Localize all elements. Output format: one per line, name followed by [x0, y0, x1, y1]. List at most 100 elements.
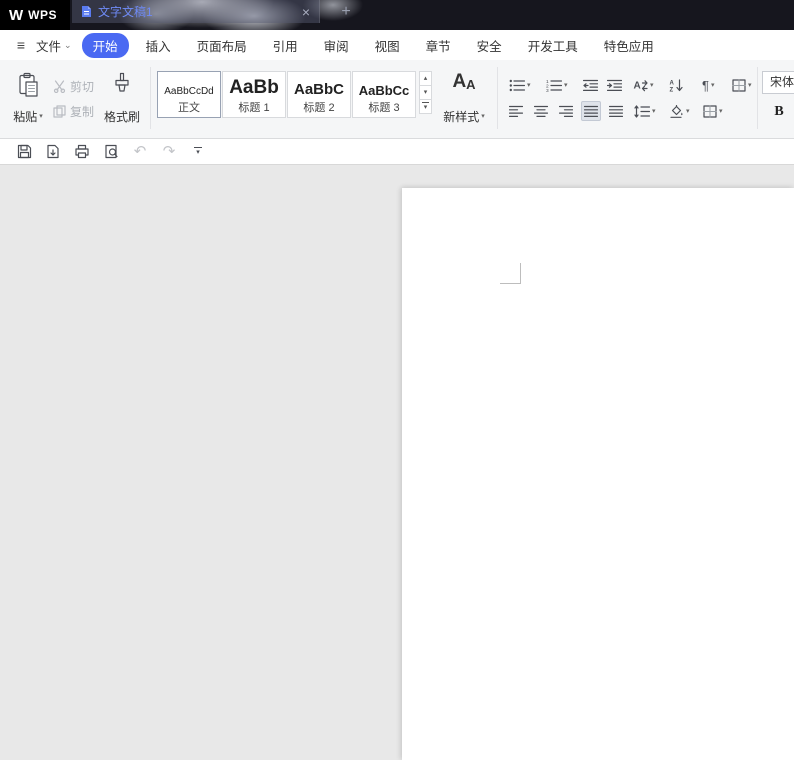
document-page[interactable] — [402, 188, 794, 760]
text-tools-button[interactable]: ▾ — [729, 75, 755, 95]
style-heading-3[interactable]: AaBbCc 标题 3 — [352, 71, 416, 118]
style-preview: AaBbC — [293, 81, 344, 97]
save-icon — [17, 144, 31, 159]
align-left-button[interactable] — [506, 101, 526, 121]
wps-logo-icon: W — [9, 6, 24, 24]
hamburger-menu-icon[interactable]: ≡ — [8, 37, 34, 53]
style-name: 标题 2 — [303, 102, 335, 114]
distribute-icon — [609, 105, 623, 117]
print-button[interactable] — [73, 143, 91, 160]
menu-tab-references[interactable]: 引用 — [260, 33, 311, 58]
menu-tab-page-layout[interactable]: 页面布局 — [184, 33, 260, 58]
bullet-list-icon — [509, 79, 525, 91]
group-separator — [757, 67, 758, 129]
style-heading-2[interactable]: AaBbC 标题 2 — [287, 71, 351, 118]
menu-tab-security[interactable]: 安全 — [464, 33, 515, 58]
dropdown-icon: ▾ — [748, 81, 752, 89]
dropdown-icon: ▾ — [39, 113, 43, 120]
style-preview: AaBbCcDd — [164, 86, 214, 97]
tab-title: 文字文稿1 — [98, 5, 153, 19]
paste-icon — [19, 72, 38, 97]
menu-tab-developer-tools[interactable]: 开发工具 — [515, 33, 591, 58]
menu-tab-review[interactable]: 审阅 — [311, 33, 362, 58]
svg-text:A: A — [634, 80, 641, 91]
decrease-indent-button[interactable] — [580, 75, 601, 95]
dropdown-icon: ▾ — [710, 81, 715, 89]
document-icon — [82, 6, 91, 17]
new-tab-button[interactable]: + — [336, 2, 356, 22]
bold-button[interactable]: B — [768, 101, 790, 122]
borders-button[interactable]: ▾ — [700, 101, 726, 121]
justify-icon — [584, 105, 598, 117]
customize-toolbar-button[interactable]: ▾ — [189, 143, 207, 160]
dropdown-icon: ▾ — [481, 113, 485, 120]
distribute-button[interactable] — [606, 101, 626, 121]
dropdown-icon: ▾ — [527, 81, 531, 89]
line-spacing-button[interactable]: ▾ — [631, 101, 659, 121]
group-separator — [497, 67, 498, 129]
tab-close-icon[interactable]: × — [302, 5, 310, 19]
copy-button[interactable]: 复制 — [53, 101, 94, 121]
more-bar-icon — [422, 102, 429, 103]
style-preview: AaBbCc — [358, 83, 410, 97]
export-button[interactable] — [44, 143, 62, 160]
quick-access-toolbar: ↶ ↷ ▾ — [0, 139, 794, 165]
copy-label: 复制 — [70, 104, 95, 119]
new-style-button[interactable]: AA 新样式 ▾ — [437, 70, 491, 128]
increase-indent-icon — [607, 79, 622, 91]
font-name-select[interactable]: 宋体 — [762, 71, 794, 94]
bullet-list-button[interactable]: ▾ — [506, 75, 534, 95]
style-gallery-down-button[interactable]: ▾ — [419, 85, 432, 100]
wps-logo[interactable]: W WPS — [0, 0, 70, 30]
menubar: ≡ 文件 ⌄ 开始 插入 页面布局 引用 审阅 视图 章节 安全 开发工具 特色… — [0, 30, 794, 60]
shading-button[interactable]: ▾ — [666, 101, 693, 121]
numbering-icon: 1 2 3 — [546, 79, 562, 92]
print-icon — [75, 144, 89, 159]
dropdown-icon: ▾ — [650, 81, 654, 89]
cut-icon — [53, 79, 66, 93]
style-gallery-scroll: ▴ ▾ ▾ — [419, 71, 432, 114]
align-right-button[interactable] — [556, 101, 576, 121]
increase-indent-button[interactable] — [604, 75, 625, 95]
undo-button[interactable]: ↶ — [131, 143, 149, 160]
style-normal[interactable]: AaBbCcDd 正文 — [157, 71, 221, 118]
borders-icon — [703, 104, 717, 118]
menu-tab-home[interactable]: 开始 — [81, 32, 129, 58]
format-painter-icon — [115, 72, 129, 92]
justify-button[interactable] — [581, 101, 601, 121]
file-menu-label: 文件 — [36, 39, 62, 54]
style-gallery-up-button[interactable]: ▴ — [419, 71, 432, 86]
dropdown-icon: ▾ — [686, 107, 690, 115]
document-tab[interactable]: 文字文稿1 × — [72, 0, 320, 23]
font-name-value: 宋体 — [770, 75, 794, 89]
text-direction-button[interactable]: A ▾ — [629, 75, 657, 95]
document-area — [0, 166, 794, 760]
menu-tab-special-features[interactable]: 特色应用 — [591, 33, 667, 58]
paste-button[interactable]: 粘贴 ▾ — [6, 70, 50, 128]
align-center-button[interactable] — [531, 101, 551, 121]
align-left-icon — [509, 105, 523, 117]
save-button[interactable] — [15, 143, 33, 160]
menu-tab-insert[interactable]: 插入 — [133, 33, 184, 58]
more-arrow-icon: ▾ — [423, 104, 428, 111]
redo-button[interactable]: ↷ — [160, 143, 178, 160]
svg-text:3: 3 — [546, 87, 549, 91]
style-gallery-more-button[interactable]: ▾ — [419, 99, 432, 114]
numbering-button[interactable]: 1 2 3 ▾ — [543, 75, 571, 95]
style-heading-1[interactable]: AaBb 标题 1 — [222, 71, 286, 118]
sort-button[interactable]: A Z — [666, 75, 687, 95]
menu-tab-section[interactable]: 章节 — [413, 33, 464, 58]
print-preview-button[interactable] — [102, 143, 120, 160]
format-painter-label: 格式刷 — [103, 110, 140, 124]
shading-icon — [670, 104, 683, 118]
file-menu[interactable]: 文件 ⌄ — [34, 36, 78, 55]
cut-button[interactable]: 剪切 — [53, 76, 94, 96]
format-painter-button[interactable]: 格式刷 — [98, 70, 146, 128]
menu-tab-view[interactable]: 视图 — [362, 33, 413, 58]
show-marks-button[interactable]: ¶ ▾ — [699, 75, 718, 95]
dropdown-icon: ▾ — [719, 107, 723, 115]
svg-text:A: A — [670, 80, 675, 86]
export-icon — [46, 144, 59, 159]
titlebar: W WPS 文字文稿1 × + — [0, 0, 794, 30]
print-preview-icon — [104, 144, 118, 159]
